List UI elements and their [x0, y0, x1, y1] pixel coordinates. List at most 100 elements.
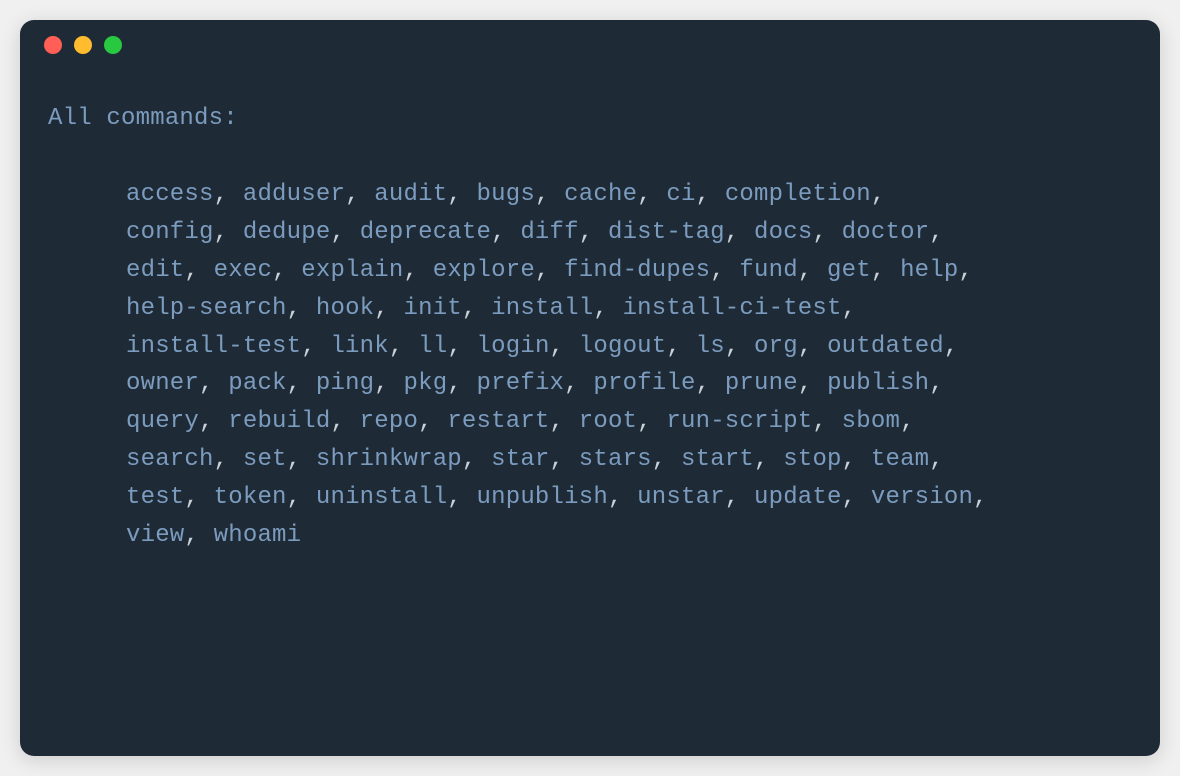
command-item: init — [404, 295, 462, 322]
separator: , — [462, 446, 491, 473]
command-item: docs — [754, 219, 812, 246]
separator: , — [929, 446, 944, 473]
command-item: ci — [666, 181, 695, 208]
separator: , — [842, 446, 871, 473]
separator: , — [564, 370, 593, 397]
command-item: install — [491, 295, 593, 322]
command-item: outdated — [827, 333, 944, 360]
separator: , — [447, 370, 476, 397]
command-item: doctor — [842, 219, 930, 246]
command-item: hook — [316, 295, 374, 322]
command-item: ping — [316, 370, 374, 397]
command-item: fund — [739, 257, 797, 284]
separator: , — [374, 295, 403, 322]
command-item: profile — [593, 370, 695, 397]
command-item: run-script — [666, 408, 812, 435]
separator: , — [535, 181, 564, 208]
command-item: explain — [301, 257, 403, 284]
separator: , — [447, 181, 476, 208]
separator: , — [959, 257, 974, 284]
separator: , — [374, 370, 403, 397]
separator: , — [973, 484, 988, 511]
command-item: access — [126, 181, 214, 208]
command-item: diff — [520, 219, 578, 246]
command-item: exec — [214, 257, 272, 284]
command-item: sbom — [842, 408, 900, 435]
command-item: adduser — [243, 181, 345, 208]
separator: , — [447, 333, 476, 360]
command-item: install-test — [126, 333, 301, 360]
commands-list: access, adduser, audit, bugs, cache, ci,… — [48, 176, 1088, 555]
command-item: uninstall — [316, 484, 447, 511]
separator: , — [696, 370, 725, 397]
command-item: help — [900, 257, 958, 284]
separator: , — [637, 181, 666, 208]
command-item: logout — [579, 333, 667, 360]
command-item: start — [681, 446, 754, 473]
command-item: config — [126, 219, 214, 246]
separator: , — [199, 408, 228, 435]
command-item: query — [126, 408, 199, 435]
separator: , — [812, 219, 841, 246]
separator: , — [725, 333, 754, 360]
command-item: unpublish — [477, 484, 608, 511]
command-item: prune — [725, 370, 798, 397]
command-item: dist-tag — [608, 219, 725, 246]
command-item: publish — [827, 370, 929, 397]
command-item: pack — [228, 370, 286, 397]
separator: , — [550, 446, 579, 473]
separator: , — [535, 257, 564, 284]
command-item: token — [214, 484, 287, 511]
separator: , — [798, 370, 827, 397]
separator: , — [404, 257, 433, 284]
command-item: get — [827, 257, 871, 284]
maximize-button[interactable] — [104, 36, 122, 54]
separator: , — [725, 484, 754, 511]
separator: , — [754, 446, 783, 473]
command-item: completion — [725, 181, 871, 208]
command-item: view — [126, 522, 184, 549]
separator: , — [637, 408, 666, 435]
separator: , — [184, 522, 213, 549]
minimize-button[interactable] — [74, 36, 92, 54]
separator: , — [666, 333, 695, 360]
separator: , — [900, 408, 915, 435]
command-item: update — [754, 484, 842, 511]
titlebar — [20, 20, 1160, 70]
separator: , — [301, 333, 330, 360]
command-item: pkg — [404, 370, 448, 397]
separator: , — [871, 257, 900, 284]
command-item: dedupe — [243, 219, 331, 246]
separator: , — [184, 257, 213, 284]
command-item: cache — [564, 181, 637, 208]
separator: , — [214, 446, 243, 473]
separator: , — [842, 484, 871, 511]
command-item: ls — [696, 333, 725, 360]
separator: , — [214, 219, 243, 246]
commands-header: All commands: — [48, 100, 1132, 138]
command-item: shrinkwrap — [316, 446, 462, 473]
separator: , — [184, 484, 213, 511]
separator: , — [842, 295, 857, 322]
command-item: star — [491, 446, 549, 473]
separator: , — [871, 181, 886, 208]
separator: , — [389, 333, 418, 360]
command-item: unstar — [637, 484, 725, 511]
separator: , — [272, 257, 301, 284]
command-item: explore — [433, 257, 535, 284]
separator: , — [812, 408, 841, 435]
separator: , — [550, 408, 579, 435]
separator: , — [710, 257, 739, 284]
separator: , — [608, 484, 637, 511]
command-item: search — [126, 446, 214, 473]
separator: , — [579, 219, 608, 246]
terminal-body: All commands: access, adduser, audit, bu… — [20, 70, 1160, 756]
command-item: help-search — [126, 295, 287, 322]
command-item: install-ci-test — [623, 295, 842, 322]
command-item: restart — [447, 408, 549, 435]
separator: , — [929, 219, 944, 246]
separator: , — [447, 484, 476, 511]
close-button[interactable] — [44, 36, 62, 54]
command-item: org — [754, 333, 798, 360]
separator: , — [287, 484, 316, 511]
